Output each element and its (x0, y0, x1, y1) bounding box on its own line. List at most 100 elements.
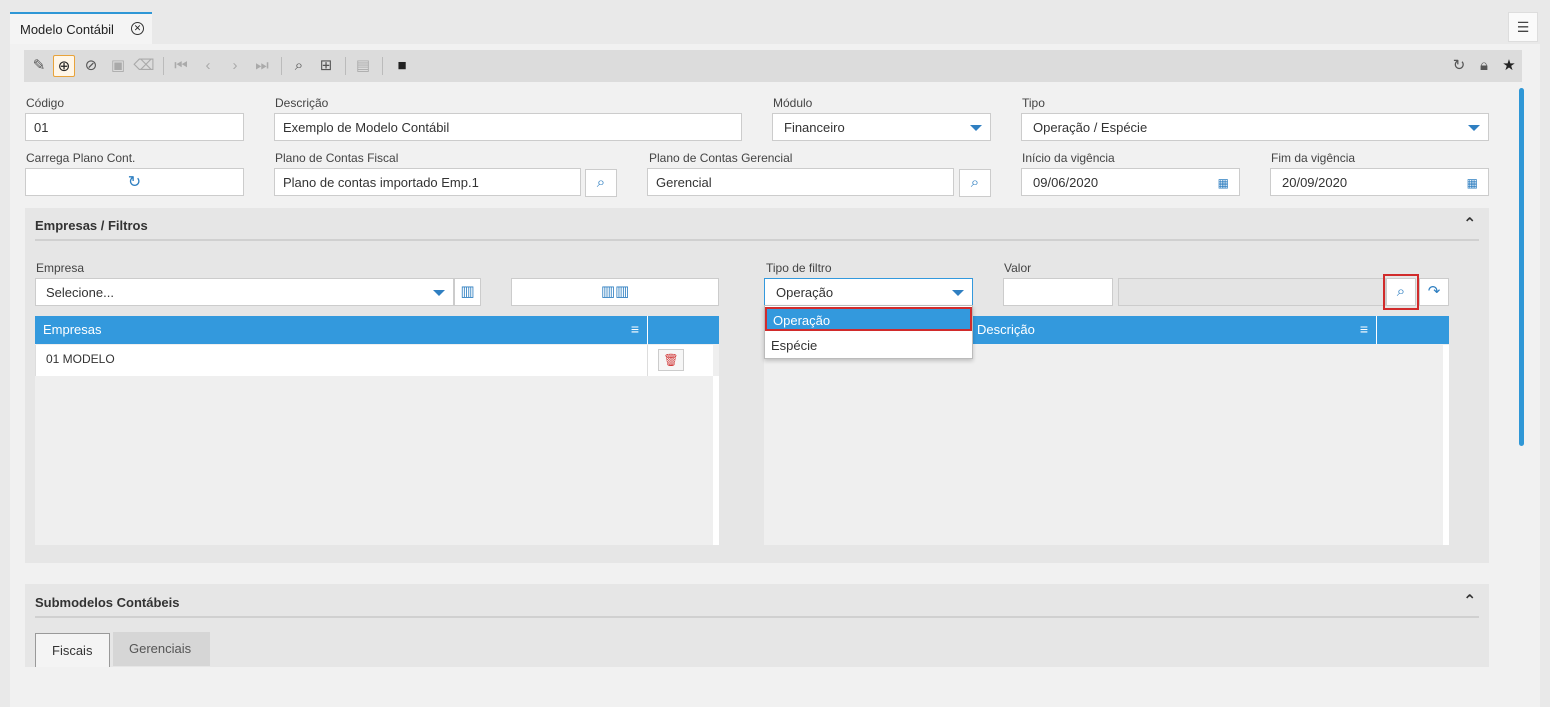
chevron-down-icon (433, 290, 445, 296)
descricao-label: Descrição (275, 96, 329, 110)
refresh-icon[interactable]: ↻ (1448, 55, 1470, 77)
tab-title: Modelo Contábil (20, 22, 114, 37)
submodelos-title: Submodelos Contábeis (35, 595, 180, 610)
trash-icon: 🗑︎ (663, 353, 679, 367)
codigo-value: 01 (34, 120, 49, 135)
plano-gerencial-search-button[interactable]: ⌕ (959, 169, 991, 197)
buildings-add-icon: ▥▥ (600, 283, 630, 300)
list-settings-icon[interactable]: ☰ (1508, 12, 1538, 42)
tipo-filtro-value: Operação (776, 285, 834, 300)
trash-icon[interactable]: ⌫ (133, 55, 155, 77)
empresa-select[interactable]: Selecione... (35, 278, 454, 306)
empresas-filtros-title: Empresas / Filtros (35, 218, 148, 233)
previous-record-icon[interactable]: ‹ (197, 55, 219, 77)
filtros-grid-action-header (1376, 316, 1449, 344)
search-icon: ⌕ (970, 174, 980, 191)
inicio-vigencia-label: Início da vigência (1022, 151, 1115, 165)
tab-gerenciais[interactable]: Gerenciais (113, 632, 210, 666)
broom-icon[interactable]: ✎ (28, 55, 50, 77)
valor-code-input[interactable] (1003, 278, 1113, 306)
add-icon[interactable]: ⊕ (53, 55, 75, 77)
column-menu-icon[interactable]: ≡ (1360, 321, 1368, 337)
grid-view-icon[interactable]: ⊞ (315, 55, 337, 77)
chevron-up-icon[interactable]: ⌃ (1463, 214, 1476, 234)
calendar-icon[interactable]: ▦ (1218, 176, 1229, 190)
chevron-up-icon[interactable]: ⌃ (1463, 591, 1476, 611)
last-record-icon[interactable]: ⏭ (251, 55, 273, 77)
empresa-row-label: 01 MODELO (46, 352, 115, 366)
descricao-value: Exemplo de Modelo Contábil (283, 120, 450, 135)
fim-vigencia-input[interactable]: 20/09/2020 ▦ (1270, 168, 1489, 196)
save-icon[interactable]: ▣ (107, 55, 129, 77)
codigo-label: Código (26, 96, 65, 110)
copy-icon[interactable]: ■ (391, 55, 413, 77)
codigo-input[interactable]: 01 (25, 113, 244, 141)
panel-divider (35, 239, 1479, 241)
refresh-icon: ↻ (127, 174, 142, 191)
tipo-label: Tipo (1022, 96, 1045, 110)
plano-gerencial-input[interactable]: Gerencial (647, 168, 954, 196)
delete-row-button[interactable]: 🗑︎ (658, 349, 684, 371)
toolbar-separator (281, 57, 282, 75)
chevron-down-icon (1468, 125, 1480, 131)
modulo-label: Módulo (773, 96, 813, 110)
column-menu-icon[interactable]: ≡ (631, 321, 639, 337)
carrega-plano-button[interactable]: ↻ (25, 168, 244, 196)
chevron-down-icon (970, 125, 982, 131)
empresa-label: Empresa (36, 261, 85, 275)
favorite-star-icon[interactable]: ★ (1498, 55, 1520, 77)
lock-icon[interactable]: 🔒︎ (1473, 55, 1495, 77)
submodelos-panel (25, 584, 1489, 667)
panel-divider (35, 616, 1479, 618)
empresas-grid-header: Empresas ≡ (35, 316, 647, 344)
toolbar: ✎ ⊕ ⊘ ▣ ⌫ ⏮ ‹ › ⏭ ⌕ ⊞ ▤ ■ ↻ 🔒︎ ★ (24, 50, 1522, 82)
plano-fiscal-input[interactable]: Plano de contas importado Emp.1 (274, 168, 581, 196)
plano-fiscal-search-button[interactable]: ⌕ (585, 169, 617, 197)
table-row[interactable]: 01 MODELO (35, 345, 713, 376)
toolbar-separator (345, 57, 346, 75)
carrega-plano-label: Carrega Plano Cont. (26, 151, 136, 165)
tipo-filtro-label: Tipo de filtro (766, 261, 832, 275)
toolbar-separator (163, 57, 164, 75)
inicio-vigencia-value: 09/06/2020 (1033, 175, 1099, 190)
dropdown-option-especie[interactable]: Espécie (765, 334, 972, 358)
highlight-search-box (1383, 274, 1419, 310)
modulo-value: Financeiro (784, 120, 845, 135)
fim-vigencia-label: Fim da vigência (1271, 151, 1356, 165)
first-record-icon[interactable]: ⏮ (170, 55, 192, 77)
descricao-input[interactable]: Exemplo de Modelo Contábil (274, 113, 742, 141)
filtros-grid-header-label: Descrição (977, 322, 1035, 337)
tipo-select[interactable]: Operação / Espécie (1021, 113, 1489, 141)
report-icon[interactable]: ▤ (352, 55, 374, 77)
close-icon[interactable]: ✕ (131, 22, 144, 35)
inicio-vigencia-input[interactable]: 09/06/2020 ▦ (1021, 168, 1240, 196)
chevron-down-icon (952, 290, 964, 296)
search-icon[interactable]: ⌕ (288, 55, 310, 77)
empresas-grid-header-label: Empresas (43, 322, 102, 337)
grid-col-divider (647, 345, 648, 376)
tab-modelo-contabil[interactable]: Modelo Contábil ✕ (10, 12, 152, 44)
dropdown-option-operacao[interactable]: Operação (765, 307, 972, 331)
empresa-building-button[interactable]: ▥ (454, 278, 481, 306)
document-tab-bar: Modelo Contábil ✕ (10, 12, 1538, 44)
search-icon: ⌕ (596, 174, 606, 191)
grid-scrollbar[interactable] (713, 376, 719, 545)
modulo-select[interactable]: Financeiro (772, 113, 991, 141)
tab-fiscais[interactable]: Fiscais (35, 633, 110, 667)
plano-gerencial-label: Plano de Contas Gerencial (649, 151, 793, 165)
tipo-filtro-select[interactable]: Operação (764, 278, 973, 306)
cancel-icon[interactable]: ⊘ (80, 55, 102, 77)
vertical-scrollbar-thumb[interactable] (1519, 88, 1524, 446)
building-icon: ▥ (460, 283, 475, 300)
add-empresas-button[interactable]: ▥▥ (511, 278, 719, 306)
next-record-icon[interactable]: › (224, 55, 246, 77)
calendar-icon[interactable]: ▦ (1467, 176, 1478, 190)
toolbar-separator (382, 57, 383, 75)
valor-redo-button[interactable]: ↷ (1419, 278, 1449, 306)
valor-label: Valor (1004, 261, 1032, 275)
tipo-filtro-dropdown: Operação Espécie (764, 305, 973, 359)
plano-gerencial-value: Gerencial (656, 175, 712, 190)
empresa-placeholder: Selecione... (46, 285, 114, 300)
grid-scrollbar[interactable] (1443, 345, 1449, 545)
plano-fiscal-value: Plano de contas importado Emp.1 (283, 175, 479, 190)
